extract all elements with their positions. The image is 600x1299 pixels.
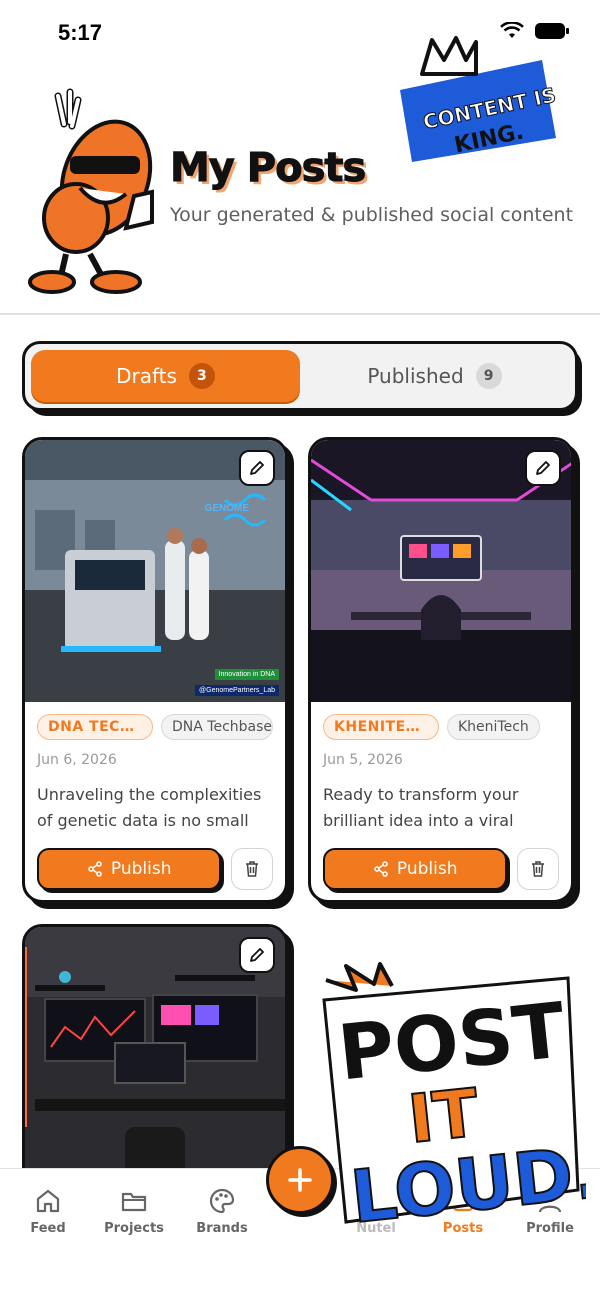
delete-button[interactable] xyxy=(231,848,273,890)
pencil-icon xyxy=(250,948,264,962)
project-chip: KheniTech xyxy=(447,714,540,740)
image-caption-badge: Innovation in DNA xyxy=(214,669,279,680)
home-icon xyxy=(36,1189,60,1213)
post-image[interactable]: GENOME Innovation in DNA @GenomePartners… xyxy=(25,440,285,702)
page-title: My Posts xyxy=(169,145,366,192)
nav-feed-label: Feed xyxy=(30,1221,66,1236)
share-icon xyxy=(374,861,388,877)
brand-chip: DNA TECH ... xyxy=(37,714,153,740)
folder-icon xyxy=(121,1192,147,1212)
image-logo-text: GENOME xyxy=(204,503,249,514)
content-is-king-badge: CONTENT IS KING. xyxy=(392,30,562,170)
tab-published-count: 9 xyxy=(475,363,502,389)
post-image[interactable] xyxy=(311,440,571,702)
tab-published[interactable]: Published 9 xyxy=(300,350,569,402)
publish-label: Publish xyxy=(396,859,458,879)
post-text: Ready to transform your brilliant idea i… xyxy=(323,785,519,830)
pencil-icon xyxy=(536,461,550,475)
peanut-mascot-image xyxy=(28,88,154,294)
post-date: Jun 6, 2026 xyxy=(37,752,117,768)
brand-chip: KHENITECH xyxy=(323,714,439,740)
crown-badge-graphic: CONTENT IS KING. xyxy=(400,36,558,162)
post-card[interactable]: GENOME Innovation in DNA @GenomePartners… xyxy=(22,437,294,909)
post-text: Unraveling the complexities of genetic d… xyxy=(37,785,262,830)
nav-projects-label: Projects xyxy=(104,1221,164,1236)
nav-brands[interactable]: Brands xyxy=(182,1187,262,1236)
trash-icon xyxy=(246,861,259,877)
card-body-container: KHENITECH KheniTech Jun 5, 2026 Ready to… xyxy=(308,437,574,903)
tab-drafts[interactable]: Drafts 3 xyxy=(31,350,300,402)
publish-button[interactable]: Publish xyxy=(37,848,222,890)
edit-button[interactable] xyxy=(239,450,275,486)
nav-brands-label: Brands xyxy=(196,1221,248,1236)
card-body-container: GENOME Innovation in DNA @GenomePartners… xyxy=(22,437,288,903)
card-content: KHENITECH KheniTech Jun 5, 2026 Ready to… xyxy=(311,702,571,900)
card-chips: DNA TECH ... DNA Techbase xyxy=(37,714,273,740)
tab-drafts-count: 3 xyxy=(188,363,215,389)
page-subtitle: Your generated & published social conten… xyxy=(170,204,574,226)
share-icon xyxy=(88,861,102,877)
post-date: Jun 5, 2026 xyxy=(323,752,403,768)
post-it-loud-sticker: POST IT LOUD. xyxy=(322,962,586,1230)
publish-label: Publish xyxy=(110,859,172,879)
status-time: 5:17 xyxy=(58,20,103,45)
project-chip: DNA Techbase xyxy=(161,714,273,740)
edit-button[interactable] xyxy=(525,450,561,486)
post-tabs: Drafts 3 Published 9 xyxy=(22,341,578,411)
card-actions: Publish xyxy=(37,848,273,890)
tab-drafts-label: Drafts xyxy=(116,364,177,388)
trash-icon xyxy=(532,861,545,877)
nav-feed[interactable]: Feed xyxy=(8,1187,88,1236)
post-card[interactable]: KHENITECH KheniTech Jun 5, 2026 Ready to… xyxy=(308,437,580,909)
tab-published-label: Published xyxy=(367,364,464,388)
card-content: DNA TECH ... DNA Techbase Jun 6, 2026 Un… xyxy=(25,702,285,900)
header-divider xyxy=(0,313,600,315)
nav-projects[interactable]: Projects xyxy=(94,1187,174,1236)
plus-icon xyxy=(288,1168,312,1192)
palette-icon xyxy=(209,1188,235,1214)
pencil-icon xyxy=(250,461,264,475)
card-chips: KHENITECH KheniTech xyxy=(323,714,559,740)
image-handle-badge: @GenomePartners_Lab xyxy=(195,685,279,696)
card-actions: Publish xyxy=(323,848,559,890)
publish-button[interactable]: Publish xyxy=(323,848,508,890)
edit-button[interactable] xyxy=(239,937,275,973)
delete-button[interactable] xyxy=(517,848,559,890)
